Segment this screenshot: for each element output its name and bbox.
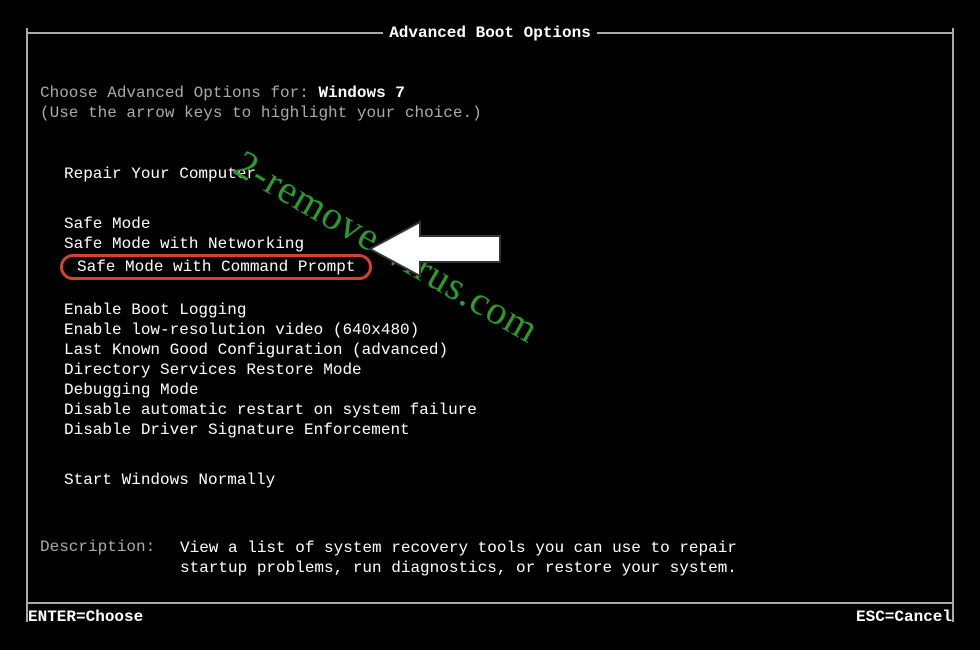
footer: ENTER=Choose ESC=Cancel bbox=[26, 602, 954, 626]
option-repair[interactable]: Repair Your Computer bbox=[60, 164, 260, 184]
option-directory-services-restore-mode[interactable]: Directory Services Restore Mode bbox=[60, 360, 366, 380]
option-safe-mode-with-command-prompt[interactable]: Safe Mode with Command Prompt bbox=[73, 257, 359, 277]
description-text: View a list of system recovery tools you… bbox=[180, 538, 740, 578]
option-disable-driver-signature-enforcement[interactable]: Disable Driver Signature Enforcement bbox=[60, 420, 414, 440]
description-label: Description: bbox=[40, 538, 160, 578]
option-disable-automatic-restart-on-system-failure[interactable]: Disable automatic restart on system fail… bbox=[60, 400, 481, 420]
option-debugging-mode[interactable]: Debugging Mode bbox=[60, 380, 202, 400]
option-start-normally[interactable]: Start Windows Normally bbox=[60, 470, 279, 490]
option-enable-low-resolution-video-640x480-[interactable]: Enable low-resolution video (640x480) bbox=[60, 320, 423, 340]
option-safe-mode[interactable]: Safe Mode bbox=[60, 214, 154, 234]
option-enable-boot-logging[interactable]: Enable Boot Logging bbox=[60, 300, 250, 320]
option-last-known-good-configuration-advanced-[interactable]: Last Known Good Configuration (advanced) bbox=[60, 340, 452, 360]
screen-frame: Choose Advanced Options for: Windows 7 (… bbox=[26, 28, 954, 622]
footer-esc: ESC=Cancel bbox=[856, 608, 952, 626]
footer-enter: ENTER=Choose bbox=[28, 608, 143, 626]
description-block: Description: View a list of system recov… bbox=[40, 538, 940, 578]
highlight-ring: Safe Mode with Command Prompt bbox=[60, 254, 372, 280]
option-safe-mode-with-networking[interactable]: Safe Mode with Networking bbox=[60, 234, 308, 254]
choose-prefix: Choose Advanced Options for: bbox=[40, 84, 318, 102]
hint-text: (Use the arrow keys to highlight your ch… bbox=[40, 104, 940, 122]
choose-line: Choose Advanced Options for: Windows 7 bbox=[40, 84, 940, 102]
os-name: Windows 7 bbox=[318, 84, 404, 102]
